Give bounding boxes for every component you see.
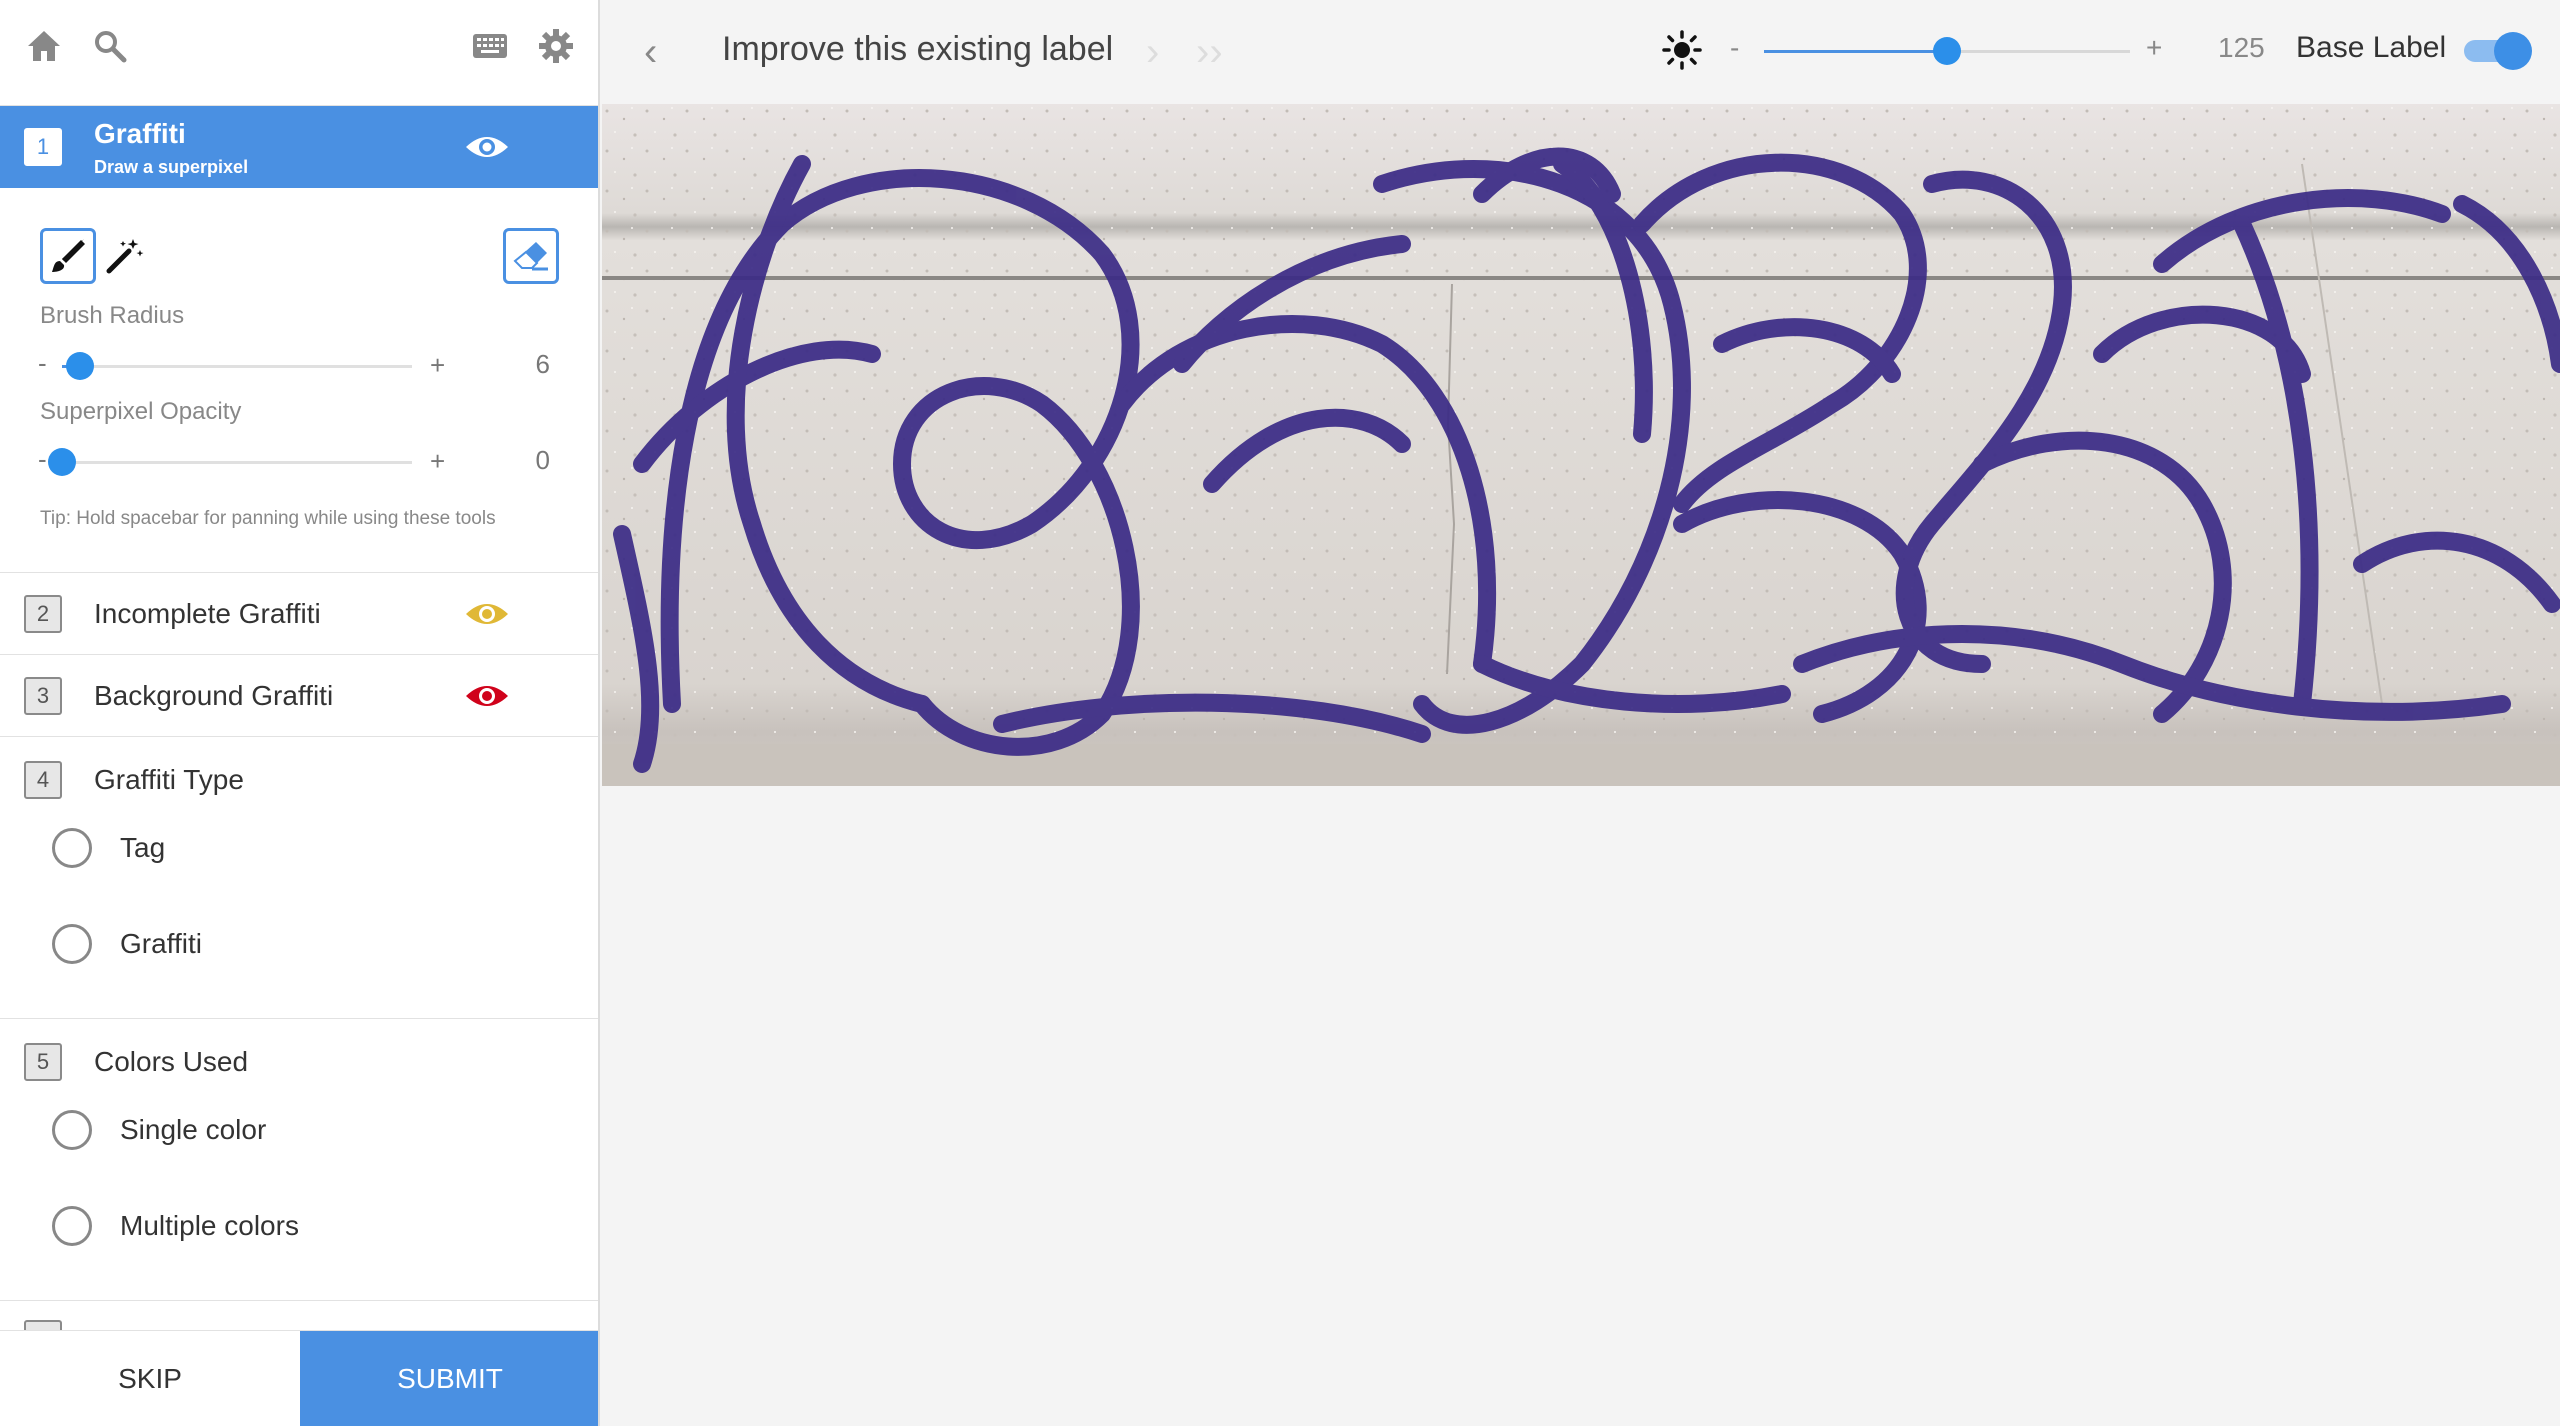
magic-wand-icon[interactable] [96,228,152,284]
superpixel-opacity-label: Superpixel Opacity [40,398,242,425]
sun-icon [1662,30,1702,75]
label-name: Background Graffiti [94,680,334,711]
radio-button[interactable] [52,1110,92,1150]
brightness-increase[interactable]: + [2146,32,2162,64]
question-number: 4 [24,761,62,799]
question-number: 5 [24,1043,62,1081]
label-subtitle: Draw a superpixel [94,157,249,177]
brush-radius-value: 6 [535,349,550,379]
brightness-slider[interactable] [1764,37,2130,65]
keyboard-icon[interactable] [470,26,510,66]
home-icon[interactable] [24,26,64,66]
brush-radius-label: Brush Radius [40,302,185,329]
opacity-increase[interactable]: + [430,446,445,477]
brightness-value: 125 [2218,32,2265,63]
brush-radius-increase[interactable]: + [430,350,445,381]
page-title: Improve this existing label [722,30,1114,68]
eye-icon[interactable] [464,133,510,161]
label-number: 3 [24,677,62,715]
brush-radius-slider[interactable] [62,352,412,380]
option-graffiti[interactable]: Graffiti [52,923,202,965]
opacity-value: 0 [535,445,550,475]
sidebar-toolbar [0,0,598,106]
brightness-fill [1764,50,1947,53]
option-single-color[interactable]: Single color [52,1109,266,1151]
toggle-knob[interactable] [2494,32,2532,70]
base-label-toggle[interactable] [2464,32,2532,70]
graffiti-photo-svg [602,104,2560,786]
radio-button[interactable] [52,828,92,868]
question-title: Colors Used [94,1046,249,1077]
label-item-incomplete-graffiti[interactable]: 2 Incomplete Graffiti [0,573,598,655]
brightness-thumb[interactable] [1933,37,1961,65]
submit-button[interactable]: SUBMIT [300,1331,598,1426]
label-name: Incomplete Graffiti [94,598,321,629]
sidebar-footer: SKIP SUBMIT [0,1330,598,1426]
eraser-icon[interactable] [503,228,559,284]
option-tag[interactable]: Tag [52,827,165,869]
brush-radius-decrease[interactable]: - [38,348,47,379]
tool-panel: Brush Radius - + 6 Superpixel Opacity - … [0,188,598,573]
label-item-graffiti[interactable]: 1 Graffiti Draw a superpixel [0,106,598,188]
option-multiple-colors[interactable]: Multiple colors [52,1205,299,1247]
graffiti-image[interactable] [602,104,2560,786]
opacity-thumb[interactable] [48,448,76,476]
label-number: 1 [24,128,62,166]
fast-forward-arrow[interactable]: ›› [1196,30,1223,75]
forward-arrow[interactable]: › [1146,30,1159,75]
radio-button[interactable] [52,924,92,964]
top-bar: ‹ Improve this existing label › ›› - + 1… [602,0,2560,104]
back-arrow[interactable]: ‹ [644,30,657,75]
opacity-decrease[interactable]: - [38,444,47,475]
eye-icon[interactable] [464,600,510,628]
question-colors-used: 5 Colors Used Single color Multiple colo… [0,1019,598,1301]
question-title: Graffiti Type [94,764,244,795]
brightness-decrease[interactable]: - [1730,32,1739,64]
option-label: Tag [120,832,166,863]
option-label: Multiple colors [120,1210,299,1241]
radio-button[interactable] [52,1206,92,1246]
tool-tip: Tip: Hold spacebar for panning while usi… [40,508,496,529]
gear-icon[interactable] [536,26,576,66]
label-number: 2 [24,595,62,633]
brush-radius-thumb[interactable] [65,352,94,380]
label-name: Graffiti [94,118,186,149]
skip-button[interactable]: SKIP [0,1331,300,1426]
question-graffiti-type: 4 Graffiti Type Tag Graffiti [0,737,598,1019]
option-label: Single color [120,1114,267,1145]
superpixel-opacity-slider[interactable] [48,448,412,476]
sidebar: 1 Graffiti Draw a superpixel Brush Radiu… [0,0,600,1426]
base-label-text: Base Label [2296,31,2447,64]
option-label: Graffiti [120,928,202,959]
search-icon[interactable] [90,26,130,66]
brush-icon[interactable] [40,228,96,284]
annotation-canvas[interactable] [602,104,2560,1426]
eye-icon[interactable] [464,682,510,710]
label-item-background-graffiti[interactable]: 3 Background Graffiti [0,655,598,737]
